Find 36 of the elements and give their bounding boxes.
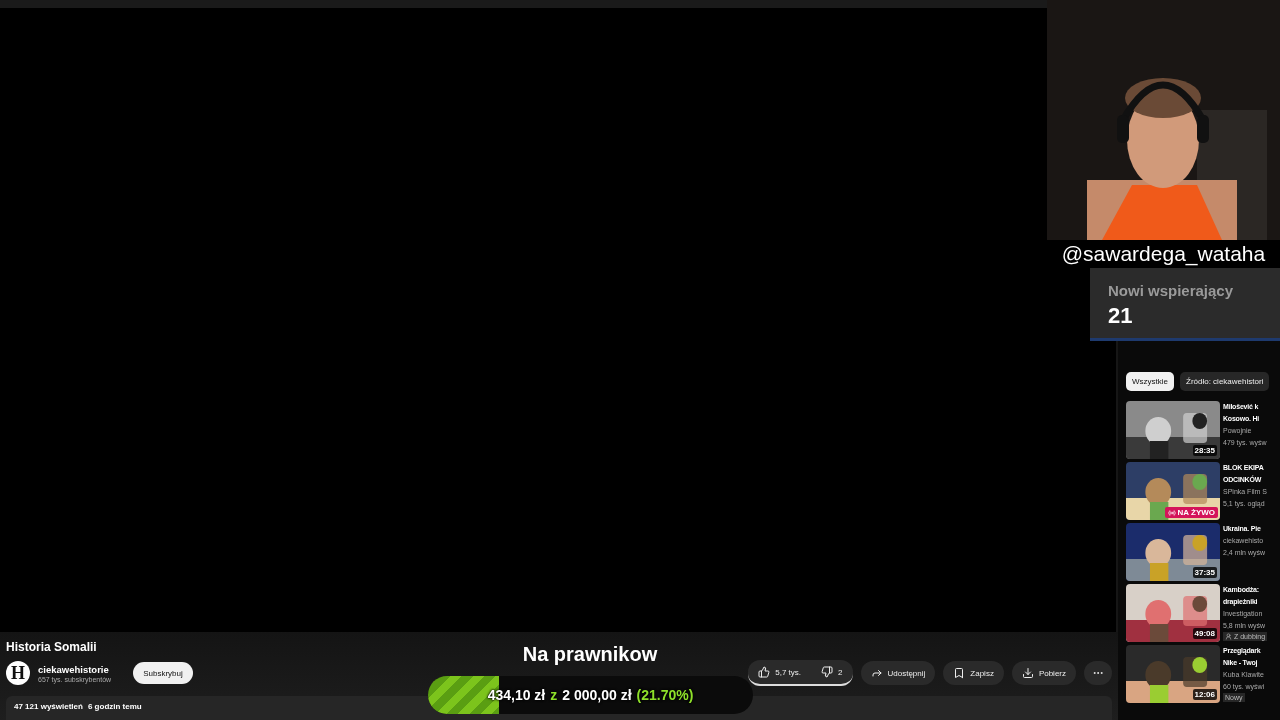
dislike-button[interactable]: 2 [811, 660, 853, 684]
video-duration: 49:08 [1192, 628, 1217, 639]
filter-chip[interactable]: Wszystkie [1126, 372, 1174, 391]
subscribe-button[interactable]: Subskrybuj [133, 662, 193, 684]
more-button[interactable] [1084, 661, 1112, 685]
download-button[interactable]: Pobierz [1011, 661, 1076, 685]
goal-percent: (21.70%) [636, 687, 694, 703]
video-thumbnail[interactable]: 37:35 [1126, 523, 1220, 581]
video-thumbnail[interactable]: 49:08 [1126, 584, 1220, 642]
channel-name[interactable]: ciekawehistorie [38, 663, 112, 675]
filter-chip[interactable]: Źródło: ciekawehistori [1180, 372, 1270, 391]
live-badge: NA ŻYWO [1164, 507, 1218, 518]
thumbs-up-icon [758, 666, 771, 678]
download-icon [1021, 667, 1034, 679]
video-thumbnail[interactable]: 28:35 [1126, 401, 1220, 459]
goal-target: 2 000,00 zł [562, 687, 632, 703]
thumbs-down-icon [821, 666, 834, 678]
supporters-label: Nowi wspierający [1108, 282, 1235, 299]
upload-time: 6 godzin temu [87, 702, 142, 713]
like-button[interactable]: 5,7 tys. [748, 660, 812, 684]
video-duration: 12:06 [1192, 689, 1217, 700]
broadcast-icon [1167, 508, 1176, 517]
person-icon [1225, 633, 1232, 640]
supporters-count: 21 [1108, 303, 1134, 329]
view-count: 47 121 wyświetleń [14, 702, 83, 713]
share-button[interactable]: Udostępnij [860, 661, 936, 685]
goal-title: Na prawnikow [521, 643, 659, 666]
video-duration: 37:35 [1192, 567, 1217, 578]
share-icon [870, 667, 883, 679]
channel-avatar[interactable]: H [6, 661, 30, 685]
bookmark-icon [953, 667, 966, 679]
video-thumbnail[interactable]: NA ŻYWO [1126, 462, 1220, 520]
video-duration: 28:35 [1192, 445, 1217, 456]
goal-separator: z [550, 687, 558, 703]
video-thumbnail[interactable]: 12:06 [1126, 645, 1220, 703]
save-button[interactable]: Zapisz [943, 661, 1004, 685]
